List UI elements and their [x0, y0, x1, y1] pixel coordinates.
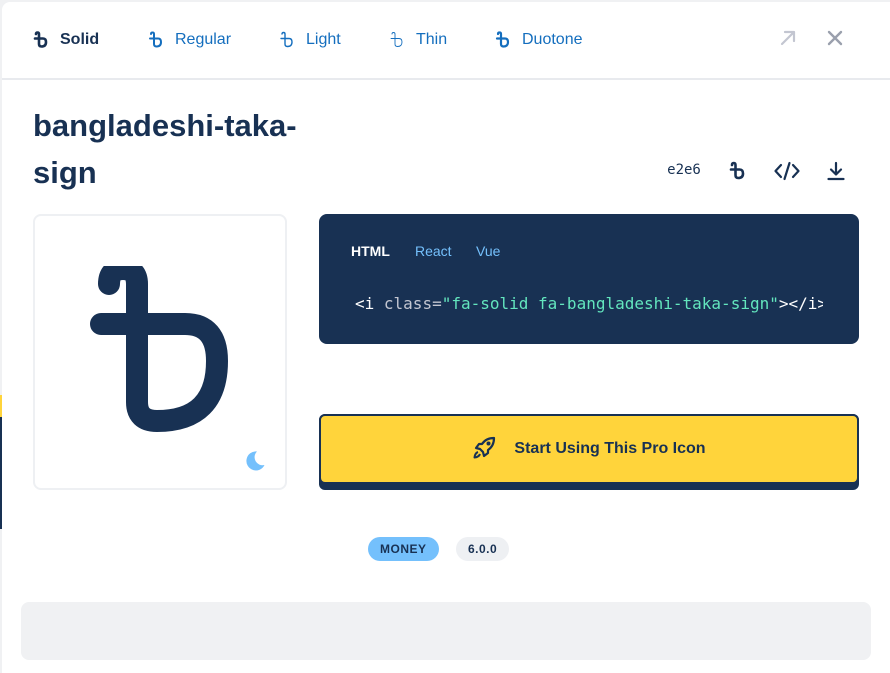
cta-shadow: Start Using This Pro Icon — [319, 414, 859, 490]
tab-solid[interactable]: Solid — [32, 26, 99, 54]
code-attr-value: "fa-solid fa-bangladeshi-taka-sign" — [441, 294, 779, 313]
moon-icon[interactable] — [244, 450, 266, 477]
tab-light-label: Light — [306, 31, 341, 48]
icon-title: bangladeshi-taka-sign — [33, 108, 297, 190]
code-snippet[interactable]: <i class="fa-solid fa-bangladeshi-taka-s… — [355, 294, 823, 313]
code-attr: class= — [383, 294, 442, 313]
copy-glyph-button[interactable] — [721, 157, 753, 189]
taka-regular-icon — [147, 31, 165, 49]
code-open-tag: <i — [355, 294, 384, 313]
version-badge: 6.0.0 — [456, 537, 510, 561]
code-tab-vue[interactable]: Vue — [476, 243, 500, 259]
tab-thin[interactable]: Thin — [388, 26, 447, 54]
bangladeshi-taka-sign-icon — [728, 161, 746, 186]
code-close-tag: ></i> — [778, 294, 823, 313]
tab-solid-label: Solid — [60, 31, 100, 48]
taka-duotone-icon — [494, 31, 512, 49]
icon-detail-modal: Solid Regular Light Thin Duotone banglad… — [2, 2, 890, 673]
open-in-new-button[interactable] — [776, 28, 800, 52]
close-button[interactable] — [823, 28, 847, 52]
footer-panel — [21, 602, 871, 660]
style-tabs-bar: Solid Regular Light Thin Duotone — [2, 2, 890, 80]
tab-thin-label: Thin — [416, 31, 448, 48]
bangladeshi-taka-sign-preview-icon — [85, 258, 235, 443]
xmark-icon — [826, 29, 844, 52]
taka-light-icon — [278, 31, 296, 49]
arrow-up-right-icon — [779, 29, 797, 52]
icon-preview — [33, 214, 287, 490]
taka-solid-icon — [32, 31, 50, 49]
code-tab-react[interactable]: React — [415, 243, 452, 259]
tab-light[interactable]: Light — [278, 26, 341, 54]
code-icon — [774, 161, 800, 186]
tab-duotone-label: Duotone — [522, 31, 583, 48]
copy-code-button[interactable] — [771, 157, 803, 189]
unicode-value[interactable]: e2e6 — [658, 162, 710, 178]
download-button[interactable] — [820, 157, 852, 189]
code-snippet-panel: HTML React Vue <i class="fa-solid fa-ban… — [319, 214, 859, 344]
tab-regular-label: Regular — [175, 31, 232, 48]
tab-duotone[interactable]: Duotone — [494, 26, 583, 54]
taka-thin-icon — [388, 31, 406, 49]
code-tab-html[interactable]: HTML — [351, 243, 390, 259]
category-badge[interactable]: MONEY — [368, 537, 439, 561]
rocket-icon — [472, 434, 498, 465]
download-icon — [826, 161, 846, 186]
tab-regular[interactable]: Regular — [147, 26, 231, 54]
cta-label: Start Using This Pro Icon — [514, 440, 706, 457]
start-using-pro-icon-button[interactable]: Start Using This Pro Icon — [319, 414, 859, 484]
